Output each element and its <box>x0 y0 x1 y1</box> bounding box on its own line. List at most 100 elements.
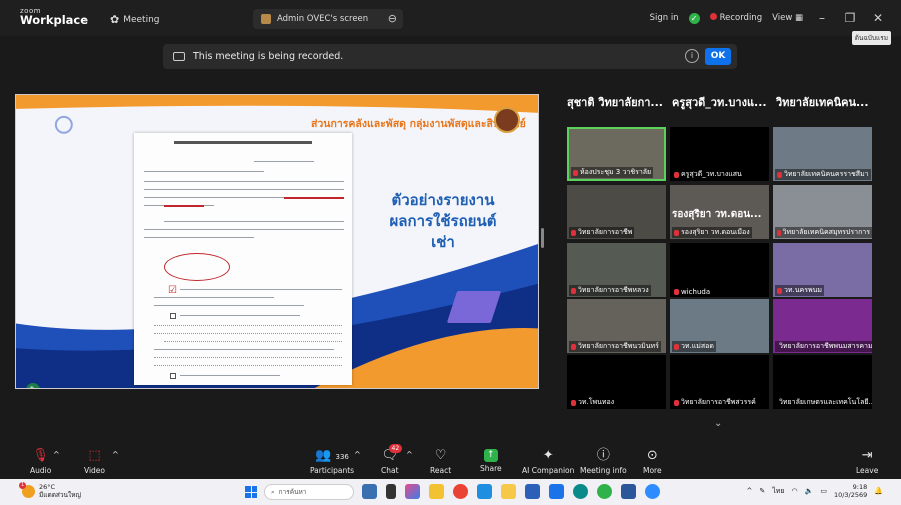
participant-video-tile[interactable]: วท.โพนทอง <box>567 355 666 409</box>
participants-options-caret[interactable]: ^ <box>354 450 361 459</box>
more-label: More <box>643 466 662 475</box>
heart-icon: ♡ <box>434 448 447 463</box>
paw-icon: ✿ <box>110 13 120 26</box>
meeting-menu[interactable]: ✿ Meeting <box>110 13 160 26</box>
copilot-icon[interactable] <box>405 484 420 499</box>
participant-video-tile[interactable]: รองสุริยา วท.ดอน... รองสุริยา วท.ดอนเมือง <box>670 185 769 239</box>
slide-title: ตัวอย่างรายงานผลการใช้รถยนต์เช่า <box>389 191 497 251</box>
ovec-crest-icon <box>494 107 520 133</box>
audio-options-caret[interactable]: ^ <box>53 450 60 459</box>
security-shield-icon[interactable]: ✓ <box>688 12 700 24</box>
participants-label: Participants <box>310 466 355 475</box>
leave-button[interactable]: ⇥ Leave <box>856 448 878 475</box>
participant-label-text: รองสุริยา วท.ดอนเมือง <box>681 228 750 236</box>
close-icon[interactable]: ✕ <box>869 11 887 25</box>
more-dots-icon: ⊙ <box>646 448 658 463</box>
muted-mic-icon <box>777 229 781 236</box>
edge-icon[interactable] <box>477 484 492 499</box>
chevron-up-icon[interactable]: ^ <box>746 487 752 495</box>
sign-in-button[interactable]: Sign in <box>650 13 679 23</box>
store-icon[interactable] <box>525 484 540 499</box>
pen-icon[interactable]: ✎ <box>759 487 765 495</box>
time: 9:18 <box>852 483 868 491</box>
windows-start-icon[interactable] <box>245 486 257 498</box>
ai-companion-button[interactable]: ✦ AI Companion <box>522 448 574 475</box>
participant-video-tile[interactable]: วิทยาลัยการอาชีพพนมสารคาม <box>773 299 872 353</box>
participant-video-tile[interactable]: วิทยาลัยเทคนิคสมุทรปราการ <box>773 185 872 239</box>
muted-mic-icon <box>571 399 576 406</box>
participant-label-text: วิทยาลัยเทคนิคสมุทรปราการ <box>782 228 870 236</box>
participant-label-text: วิทยาลัยการอาชีพหลวง <box>578 286 649 294</box>
line-icon[interactable] <box>597 484 612 499</box>
participant-label: วิทยาลัยเทคนิคนครราชสีมา <box>775 169 871 180</box>
chat-options-caret[interactable]: ^ <box>406 450 413 459</box>
participant-video-tile[interactable]: วิทยาลัยการอาชีพสวรรค์ <box>670 355 769 409</box>
participant-video-tile[interactable]: วท.นครพนม <box>773 243 872 297</box>
outlook-icon[interactable] <box>549 484 564 499</box>
speaker-icon[interactable]: 🔈 <box>805 487 814 495</box>
participant-name: รองสุริยา วท.ดอน... <box>672 209 762 220</box>
system-clock[interactable]: 9:18 10/3/2569 <box>834 483 867 499</box>
participant-video-tile[interactable]: วิทยาลัยการอาชีพนวมินทร์ <box>567 299 666 353</box>
participant-video-tile[interactable]: วท.แม่สอด <box>670 299 769 353</box>
info-icon[interactable]: i <box>685 49 699 63</box>
participant-label-text: วท.โพนทอง <box>578 398 615 406</box>
audio-button[interactable]: 🎙 Audio <box>30 448 51 475</box>
participant-label: วิทยาลัยการอาชีพพนมสารคาม <box>775 341 872 352</box>
chevron-down-icon[interactable]: ⌄ <box>82 14 89 23</box>
minimize-icon[interactable]: – <box>813 11 831 25</box>
split-view-handle[interactable] <box>541 228 544 248</box>
ok-button[interactable]: OK <box>705 48 731 65</box>
chat-unread-badge: 42 <box>388 444 403 453</box>
weather-widget[interactable]: 1 26°C มีแดดส่วนใหญ่ <box>19 481 81 499</box>
language-indicator[interactable]: ไทย <box>772 486 784 497</box>
muted-mic-icon <box>674 343 679 350</box>
participant-video-tile[interactable]: วิทยาลัยเทคนิคนครราชสีมา <box>773 127 872 181</box>
chat-button[interactable]: 🗨 42 Chat <box>381 444 403 475</box>
participant-name: ครูสุวดี_วท.บางแ... <box>672 96 767 109</box>
notification-bell-icon[interactable]: 🔔 <box>874 487 883 495</box>
shared-screen-tab[interactable]: Admin OVEC's screen ⊖ <box>253 9 403 29</box>
participant-video-tile[interactable]: wichuda <box>670 243 769 297</box>
muted-mic-icon <box>674 289 679 295</box>
people-app-icon[interactable] <box>362 484 377 499</box>
participant-video-tile[interactable]: วิทยาลัยการอาชีพ <box>567 185 666 239</box>
muted-mic-icon <box>777 171 782 178</box>
battery-icon[interactable]: ▭ <box>820 487 827 495</box>
participant-label: ครูสุวดี_วท.บางแสน <box>672 169 744 180</box>
more-button[interactable]: ⊙ More <box>643 448 662 475</box>
camera-off-icon: ⬚ <box>88 448 101 463</box>
task-view-icon[interactable] <box>386 484 396 499</box>
view-button[interactable]: View ▦ <box>772 13 803 23</box>
taskbar-search[interactable]: ⌕ การค้นหา <box>264 484 354 500</box>
video-button[interactable]: ⬚ Video <box>84 448 105 475</box>
chrome-icon[interactable] <box>453 484 468 499</box>
file-explorer-icon[interactable] <box>501 484 516 499</box>
participant-video-tile[interactable]: ห้องประชุม 3 วาชิราลัย <box>567 127 666 181</box>
recording-indicator[interactable]: Recording <box>709 13 762 23</box>
word-icon[interactable] <box>621 484 636 499</box>
screen-share-icon <box>261 14 271 24</box>
participants-button[interactable]: 👥 336 Participants <box>310 448 354 475</box>
view-grid-icon: ▦ <box>794 13 803 23</box>
restore-icon[interactable]: ❐ <box>841 11 859 25</box>
participant-label: วท.นครพนม <box>775 285 825 296</box>
share-button[interactable]: ↑ Share <box>480 448 502 473</box>
video-options-caret[interactable]: ^ <box>112 450 119 459</box>
clock-icon[interactable]: ⊖ <box>388 12 397 25</box>
wifi-icon[interactable]: ◠ <box>791 487 797 495</box>
gallery-next-page-chevron-icon[interactable]: ⌄ <box>714 418 722 429</box>
participant-video-tile[interactable]: วิทยาลัยการอาชีพหลวง <box>567 243 666 297</box>
meeting-info-button[interactable]: ⓘ Meeting info <box>580 448 627 475</box>
participant-video-tile[interactable]: วิทยาลัยเกษตรและเทคโนโลยี... <box>773 355 872 409</box>
muted-mic-icon <box>674 171 679 178</box>
react-button[interactable]: ♡ React <box>430 448 451 475</box>
teams-icon[interactable] <box>429 484 444 499</box>
zoom-logo: zoom Workplace <box>20 8 88 27</box>
participant-video-tile[interactable]: ครูสุวดี_วท.บางแสน <box>670 127 769 181</box>
app-icon[interactable] <box>573 484 588 499</box>
participant-label: วิทยาลัยเทคนิคสมุทรปราการ <box>775 227 872 238</box>
muted-mic-icon <box>674 399 679 406</box>
shared-screen[interactable]: ส่วนการคลังและพัสดุ กลุ่มงานพัสดุและสินท… <box>15 94 539 389</box>
zoom-app-icon[interactable] <box>645 484 660 499</box>
